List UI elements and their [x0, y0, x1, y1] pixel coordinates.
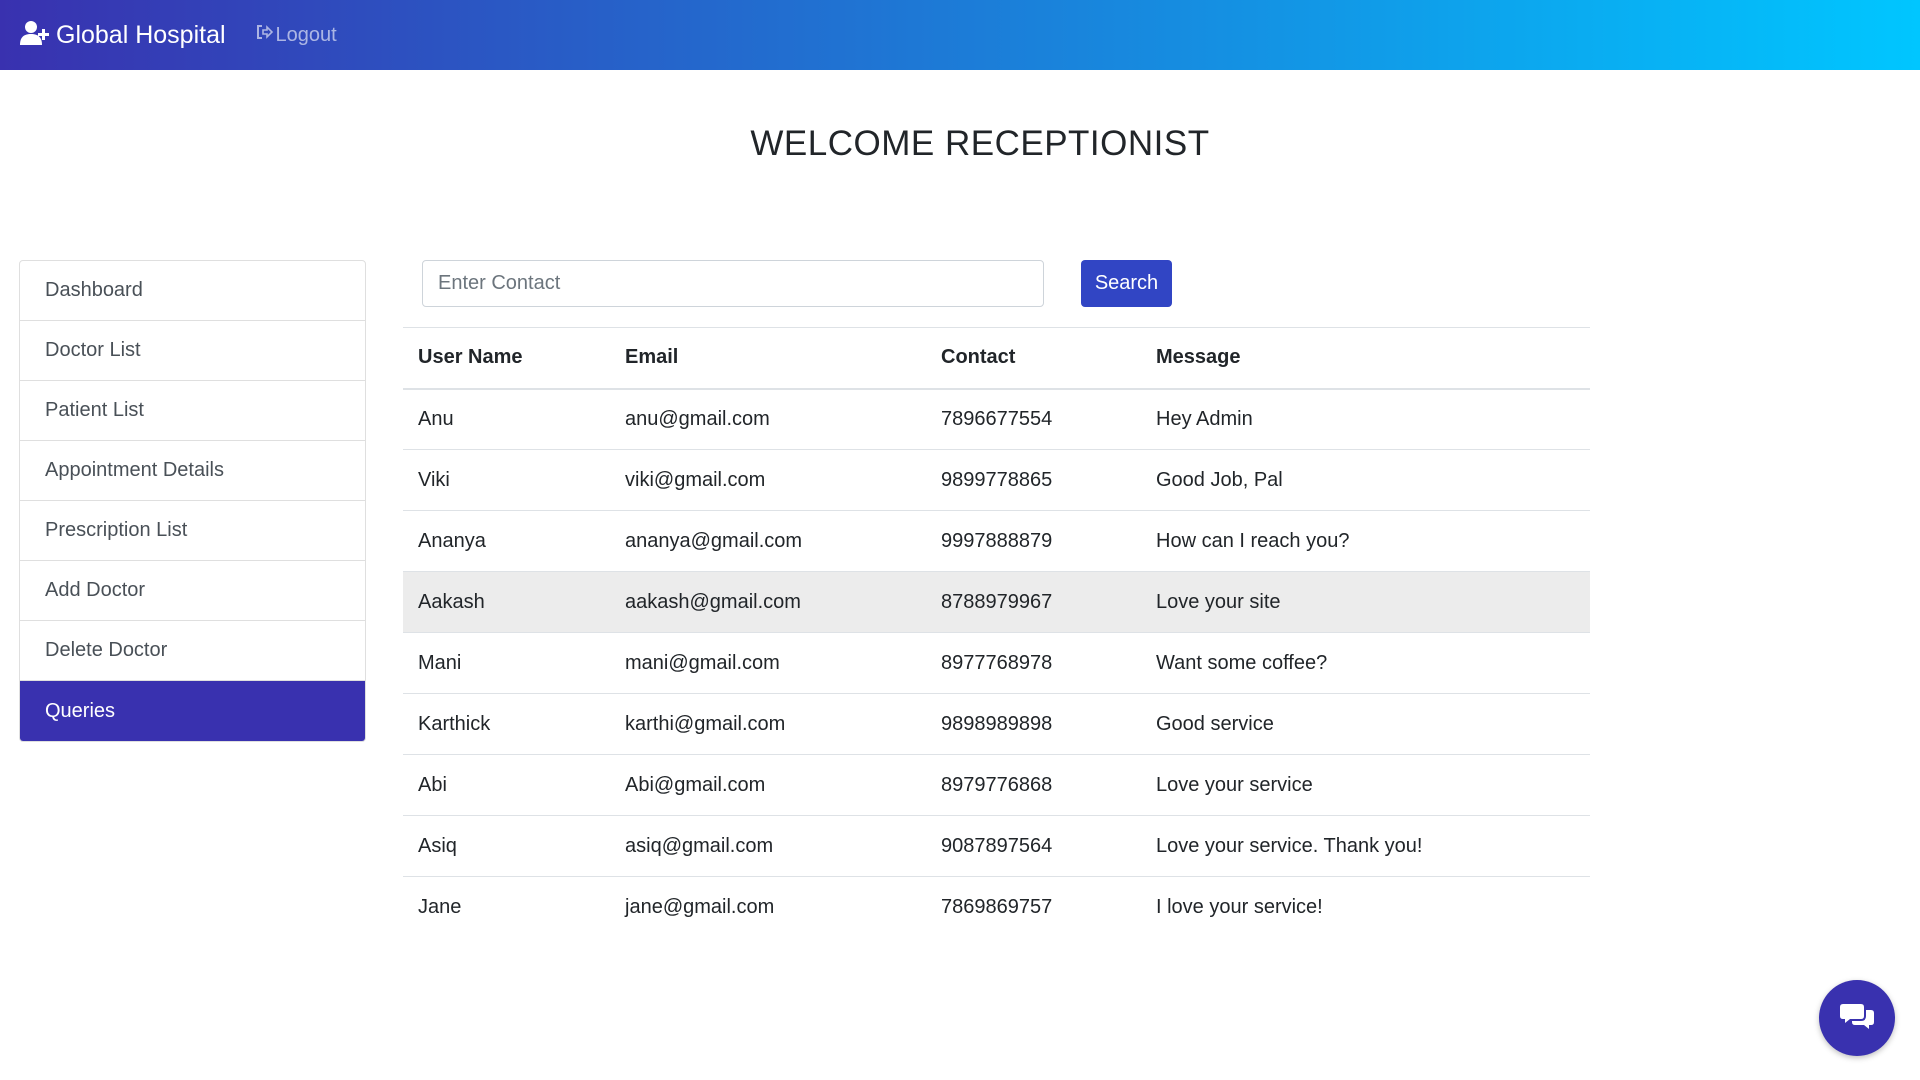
sign-out-icon	[255, 23, 276, 47]
cell-message: Want some coffee?	[1156, 651, 1328, 674]
cell-email: karthi@gmail.com	[625, 712, 786, 735]
sidebar-item-label: Appointment Details	[45, 459, 224, 481]
table-row: Ananya ananya@gmail.com 9997888879 How c…	[403, 511, 1590, 572]
column-header-message: Message	[1156, 346, 1241, 369]
cell-user-name: Karthick	[418, 712, 491, 735]
brand-name: Global Hospital	[56, 20, 226, 49]
table-row: Karthick karthi@gmail.com 9898989898 Goo…	[403, 694, 1590, 755]
logout-link[interactable]: Logout	[255, 23, 337, 47]
user-plus-icon	[19, 20, 50, 51]
cell-message: Love your site	[1156, 590, 1281, 613]
cell-user-name: Ananya	[418, 529, 486, 552]
brand[interactable]: Global Hospital	[19, 20, 226, 51]
cell-message: Good Job, Pal	[1156, 468, 1283, 491]
sidebar-item-prescription-list[interactable]: Prescription List	[20, 501, 365, 561]
cell-message: Good service	[1156, 712, 1274, 735]
table-row: Asiq asiq@gmail.com 9087897564 Love your…	[403, 816, 1590, 877]
cell-user-name: Mani	[418, 651, 462, 674]
sidebar-item-label: Add Doctor	[45, 579, 146, 601]
table-row: Abi Abi@gmail.com 8979776868 Love your s…	[403, 755, 1590, 816]
sidebar-item-label: Doctor List	[45, 339, 141, 361]
contact-search-input[interactable]	[422, 260, 1044, 307]
cell-contact: 8977768978	[941, 651, 1053, 674]
table-row: Anu anu@gmail.com 7896677554 Hey Admin	[403, 389, 1590, 450]
column-header-user-name: User Name	[418, 346, 523, 369]
table-row: Jane jane@gmail.com 7869869757 I love yo…	[403, 877, 1590, 938]
welcome-heading: WELCOME RECEPTIONIST	[750, 124, 1210, 163]
sidebar-item-appointment-details[interactable]: Appointment Details	[20, 441, 365, 501]
cell-email: jane@gmail.com	[625, 895, 775, 918]
sidebar-item-delete-doctor[interactable]: Delete Doctor	[20, 621, 365, 681]
cell-message: Hey Admin	[1156, 407, 1253, 430]
cell-message: I love your service!	[1156, 895, 1323, 918]
search-button[interactable]: Search	[1081, 260, 1172, 307]
cell-email: anu@gmail.com	[625, 407, 770, 430]
cell-contact: 8788979967	[941, 590, 1053, 613]
logout-label: Logout	[275, 23, 337, 46]
cell-user-name: Asiq	[418, 834, 457, 857]
cell-message: How can I reach you?	[1156, 529, 1350, 552]
sidebar-item-label: Delete Doctor	[45, 639, 168, 661]
cell-message: Love your service. Thank you!	[1156, 834, 1423, 857]
cell-contact: 9997888879	[941, 529, 1053, 552]
sidebar-item-dashboard[interactable]: Dashboard	[20, 261, 365, 321]
sidebar-item-label: Prescription List	[45, 519, 188, 541]
top-navbar: Global Hospital Logout	[0, 0, 1920, 70]
cell-user-name: Anu	[418, 407, 454, 430]
chat-widget-button[interactable]	[1819, 980, 1895, 1056]
chat-bubbles-icon	[1840, 1001, 1874, 1036]
sidebar-item-label: Queries	[45, 699, 116, 722]
table-row: Viki viki@gmail.com 9899778865 Good Job,…	[403, 450, 1590, 511]
cell-contact: 7869869757	[941, 895, 1053, 918]
sidebar-menu: Dashboard Doctor List Patient List Appoi…	[19, 260, 366, 742]
cell-message: Love your service	[1156, 773, 1313, 796]
sidebar-item-label: Dashboard	[45, 279, 143, 301]
cell-user-name: Aakash	[418, 590, 485, 613]
cell-user-name: Viki	[418, 468, 450, 491]
cell-contact: 9087897564	[941, 834, 1053, 857]
cell-email: mani@gmail.com	[625, 651, 780, 674]
cell-email: Abi@gmail.com	[625, 773, 766, 796]
sidebar-item-label: Patient List	[45, 399, 144, 421]
cell-user-name: Jane	[418, 895, 462, 918]
cell-contact: 9899778865	[941, 468, 1053, 491]
column-header-email: Email	[625, 346, 679, 369]
table-header-row: User Name Email Contact Message	[403, 327, 1590, 389]
cell-contact: 8979776868	[941, 773, 1053, 796]
cell-email: ananya@gmail.com	[625, 529, 803, 552]
column-header-contact: Contact	[941, 346, 1016, 369]
table-row: Aakash aakash@gmail.com 8788979967 Love …	[403, 571, 1590, 633]
cell-email: aakash@gmail.com	[625, 590, 801, 613]
cell-contact: 7896677554	[941, 407, 1053, 430]
cell-contact: 9898989898	[941, 712, 1053, 735]
cell-email: viki@gmail.com	[625, 468, 766, 491]
sidebar-item-add-doctor[interactable]: Add Doctor	[20, 561, 365, 621]
sidebar-item-doctor-list[interactable]: Doctor List	[20, 321, 365, 381]
sidebar-item-patient-list[interactable]: Patient List	[20, 381, 365, 441]
cell-user-name: Abi	[418, 773, 447, 796]
queries-table: User Name Email Contact Message Anu anu@…	[403, 327, 1590, 938]
cell-email: asiq@gmail.com	[625, 834, 774, 857]
sidebar-item-queries[interactable]: Queries	[20, 681, 365, 741]
table-row: Mani mani@gmail.com 8977768978 Want some…	[403, 633, 1590, 694]
